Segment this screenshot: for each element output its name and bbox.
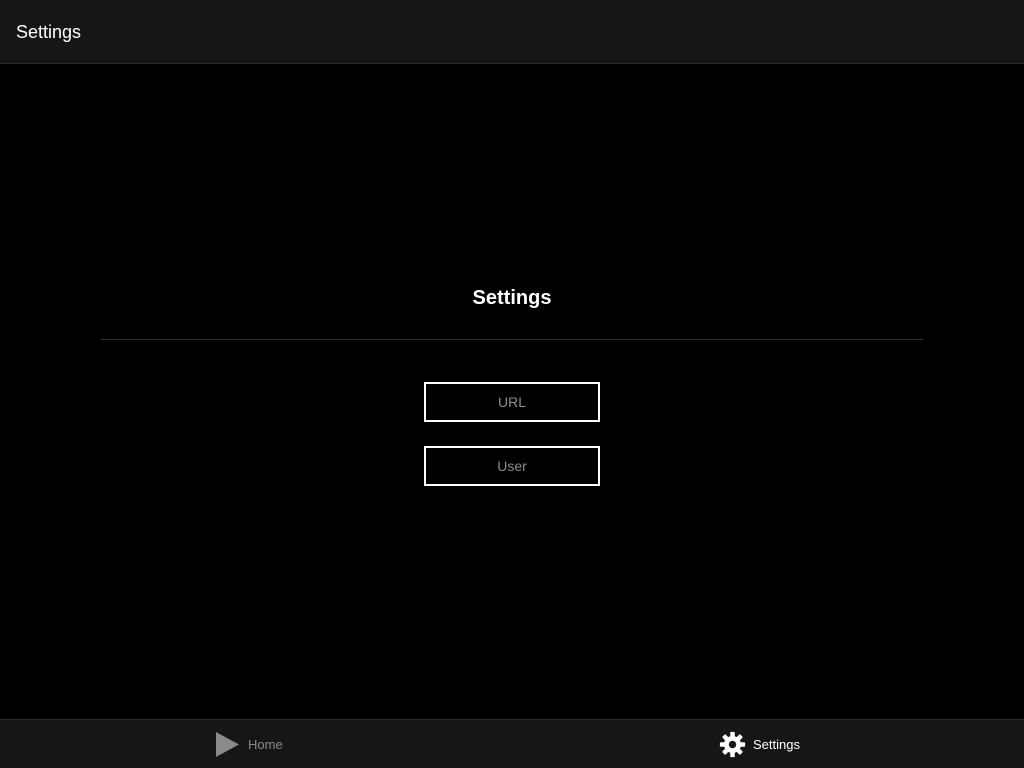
section-title: Settings <box>472 287 552 309</box>
tab-home-label: Home <box>248 736 283 752</box>
tab-home[interactable]: Home <box>214 720 283 768</box>
tab-bar: Home Settings <box>0 719 1024 768</box>
nav-title: Settings <box>16 22 82 42</box>
user-field[interactable] <box>424 446 600 486</box>
url-field[interactable] <box>424 382 600 422</box>
gear-icon <box>719 731 746 758</box>
navigation-bar: Settings <box>0 0 1024 64</box>
tab-settings[interactable]: Settings <box>719 720 800 768</box>
app-window: Settings Settings Home <box>0 0 1024 768</box>
play-icon <box>216 732 239 757</box>
settings-content: Settings <box>0 64 1024 719</box>
divider <box>101 339 923 340</box>
tab-settings-label: Settings <box>753 736 800 752</box>
